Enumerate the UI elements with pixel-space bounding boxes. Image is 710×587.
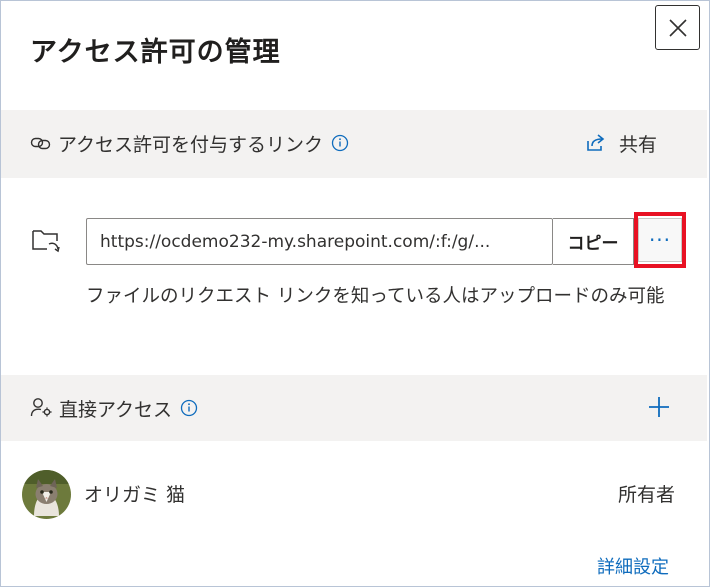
link-icon [30, 137, 51, 150]
shared-folder-icon [31, 228, 61, 258]
user-role: 所有者 [618, 484, 676, 506]
link-url-field[interactable]: https://ocdemo232-my.sharepoint.com/:f:/… [86, 218, 553, 265]
user-settings-icon [30, 398, 52, 417]
plus-icon [649, 397, 669, 417]
advanced-settings-link[interactable]: 詳細設定 [597, 553, 669, 579]
direct-access-info-icon[interactable] [180, 399, 198, 417]
share-button[interactable]: 共有 [585, 128, 657, 158]
share-label: 共有 [619, 133, 658, 156]
avatar [22, 470, 71, 519]
direct-access-title: 直接アクセス [30, 393, 198, 423]
link-description: ファイルのリクエスト リンクを知っている人はアップロードのみ可能 [86, 286, 665, 307]
close-button[interactable] [655, 5, 700, 50]
page-title: アクセス許可の管理 [30, 37, 281, 68]
links-section-label: アクセス許可を付与するリンク [58, 133, 324, 156]
close-icon [668, 18, 687, 37]
user-name: オリガミ 猫 [84, 484, 186, 506]
copy-button[interactable]: コピー [553, 218, 634, 265]
links-section-title: アクセス許可を付与するリンク [30, 128, 349, 158]
add-people-button[interactable] [645, 393, 673, 421]
share-icon [587, 134, 605, 151]
info-icon[interactable] [331, 134, 349, 152]
direct-access-label: 直接アクセス [59, 398, 173, 421]
more-options-button[interactable]: ··· [634, 212, 686, 268]
more-options-icon: ··· [638, 218, 682, 262]
